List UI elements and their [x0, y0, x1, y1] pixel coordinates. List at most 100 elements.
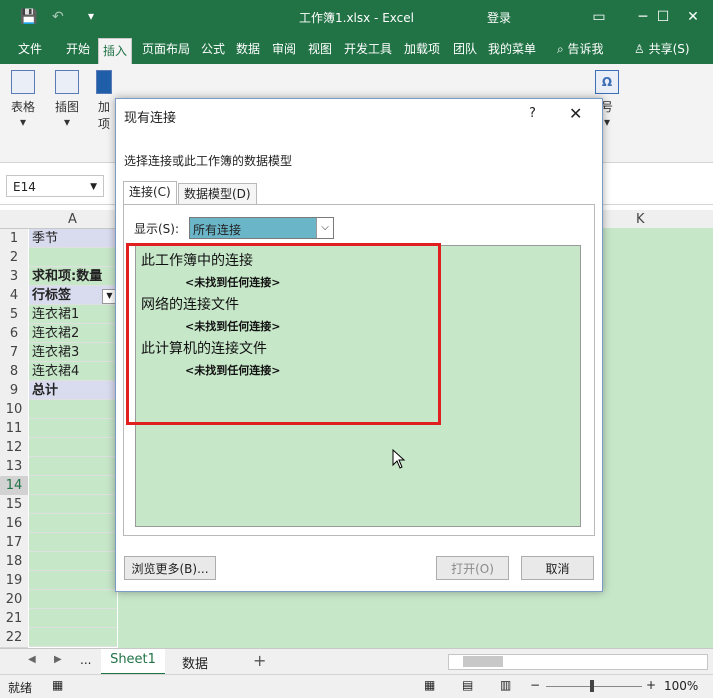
- title-bar: 💾 ↶ ▾ 工作簿1.xlsx - Excel 登录 ▭ ─ ☐ ✕: [0, 0, 713, 34]
- table-cell[interactable]: [29, 590, 117, 609]
- zoom-slider-thumb[interactable]: [590, 680, 594, 692]
- row-header[interactable]: 12: [0, 438, 28, 458]
- table-cell[interactable]: [29, 438, 117, 457]
- row-header[interactable]: 13: [0, 457, 28, 477]
- omega-icon: Ω: [595, 70, 619, 94]
- tab-data-model[interactable]: 数据模型(D): [178, 183, 257, 204]
- table-cell[interactable]: [29, 476, 117, 495]
- row-header[interactable]: 8: [0, 362, 28, 382]
- table-icon: [11, 70, 35, 94]
- tab-formulas[interactable]: 公式: [197, 34, 229, 64]
- table-cell[interactable]: 连衣裙2: [29, 324, 117, 343]
- zoom-in-icon[interactable]: +: [646, 678, 656, 692]
- row-header[interactable]: 3: [0, 267, 28, 287]
- macro-record-icon[interactable]: ▦: [52, 678, 63, 692]
- tab-view[interactable]: 视图: [304, 34, 336, 64]
- table-cell[interactable]: 求和项:数量: [29, 267, 117, 286]
- table-cell[interactable]: [29, 628, 117, 647]
- share-button[interactable]: ♙ 共享(S): [630, 34, 694, 64]
- page-layout-view-icon[interactable]: ▤: [462, 678, 473, 692]
- page-break-view-icon[interactable]: ▥: [500, 678, 511, 692]
- ribbon-display-icon[interactable]: ▭: [576, 0, 622, 34]
- tab-connections[interactable]: 连接(C): [123, 181, 177, 204]
- horizontal-scrollbar[interactable]: [448, 654, 708, 670]
- tab-data[interactable]: 数据: [232, 34, 264, 64]
- table-cell[interactable]: [29, 609, 117, 628]
- save-icon[interactable]: 💾: [20, 9, 37, 25]
- help-icon[interactable]: ?: [529, 106, 536, 121]
- row-header[interactable]: 10: [0, 400, 28, 420]
- row-header[interactable]: 22: [0, 628, 28, 648]
- table-cell[interactable]: [29, 419, 117, 438]
- table-cell[interactable]: 季节: [29, 229, 117, 248]
- customize-quick-access-icon[interactable]: ▾: [88, 9, 94, 23]
- next-sheet-icon[interactable]: ▶: [54, 654, 62, 665]
- row-header[interactable]: 19: [0, 571, 28, 591]
- search-icon: ⌕: [557, 42, 568, 56]
- table-cell[interactable]: 连衣裙1: [29, 305, 117, 324]
- normal-view-icon[interactable]: ▦: [424, 678, 435, 692]
- more-sheets[interactable]: ...: [80, 653, 91, 667]
- table-cell[interactable]: [29, 514, 117, 533]
- tab-my-menu[interactable]: 我的菜单: [484, 34, 540, 64]
- table-cell[interactable]: [29, 533, 117, 552]
- addins-button[interactable]: 加 项: [92, 68, 116, 132]
- show-dropdown[interactable]: 所有连接 ⌵: [189, 217, 334, 239]
- table-cell[interactable]: 总计: [29, 381, 117, 400]
- row-header[interactable]: 7: [0, 343, 28, 363]
- tell-me-search[interactable]: ⌕ 告诉我: [553, 34, 608, 64]
- undo-icon[interactable]: ↶: [52, 9, 64, 25]
- scrollbar-thumb[interactable]: [463, 656, 503, 667]
- row-header[interactable]: 21: [0, 609, 28, 629]
- row-header[interactable]: 15: [0, 495, 28, 515]
- zoom-out-icon[interactable]: −: [530, 678, 540, 692]
- zoom-slider[interactable]: [546, 686, 642, 687]
- row-header[interactable]: 5: [0, 305, 28, 325]
- table-cell[interactable]: [29, 495, 117, 514]
- row-header[interactable]: 20: [0, 590, 28, 610]
- tab-developer[interactable]: 开发工具: [340, 34, 396, 64]
- chevron-down-icon: ▾: [19, 115, 27, 129]
- table-cell[interactable]: 连衣裙3: [29, 343, 117, 362]
- row-header[interactable]: 18: [0, 552, 28, 572]
- table-cell[interactable]: [29, 400, 117, 419]
- table-cell[interactable]: 连衣裙4: [29, 362, 117, 381]
- login-link[interactable]: 登录: [487, 9, 511, 26]
- row-header[interactable]: 17: [0, 533, 28, 553]
- column-k-header[interactable]: K: [636, 212, 645, 227]
- row-header[interactable]: 2: [0, 248, 28, 268]
- tab-data-sheet[interactable]: 数据: [182, 653, 208, 672]
- row-header[interactable]: 14: [0, 476, 28, 496]
- tab-sheet1[interactable]: Sheet1: [101, 649, 165, 675]
- column-a-header[interactable]: A: [68, 212, 77, 227]
- table-cell[interactable]: [29, 571, 117, 590]
- row-header[interactable]: 11: [0, 419, 28, 439]
- tab-addins[interactable]: 加载项: [400, 34, 444, 64]
- illustrations-button[interactable]: 插图 ▾: [50, 68, 84, 129]
- tab-file[interactable]: 文件: [14, 34, 46, 64]
- browse-more-button[interactable]: 浏览更多(B)...: [124, 556, 216, 580]
- chevron-down-icon[interactable]: ⌵: [316, 218, 333, 238]
- row-header[interactable]: 16: [0, 514, 28, 534]
- zoom-level[interactable]: 100%: [664, 679, 698, 693]
- tab-team[interactable]: 团队: [449, 34, 481, 64]
- row-header[interactable]: 1: [0, 229, 28, 249]
- open-button[interactable]: 打开(O): [436, 556, 509, 580]
- close-window-icon[interactable]: ✕: [670, 0, 713, 34]
- table-cell[interactable]: [29, 552, 117, 571]
- row-header[interactable]: 9: [0, 381, 28, 401]
- name-box[interactable]: E14 ▼: [6, 175, 104, 197]
- close-icon[interactable]: ✕: [569, 104, 582, 123]
- row-header[interactable]: 6: [0, 324, 28, 344]
- tab-review[interactable]: 审阅: [268, 34, 300, 64]
- table-cell[interactable]: [29, 248, 117, 267]
- tab-page-layout[interactable]: 页面布局: [138, 34, 194, 64]
- table-button[interactable]: 表格 ▾: [6, 68, 40, 129]
- tab-home[interactable]: 开始: [62, 34, 94, 64]
- row-header[interactable]: 4: [0, 286, 28, 306]
- table-cell[interactable]: [29, 457, 117, 476]
- tab-insert[interactable]: 插入: [98, 38, 133, 65]
- add-sheet-icon[interactable]: +: [253, 651, 266, 670]
- prev-sheet-icon[interactable]: ◀: [28, 654, 36, 665]
- cancel-button[interactable]: 取消: [521, 556, 594, 580]
